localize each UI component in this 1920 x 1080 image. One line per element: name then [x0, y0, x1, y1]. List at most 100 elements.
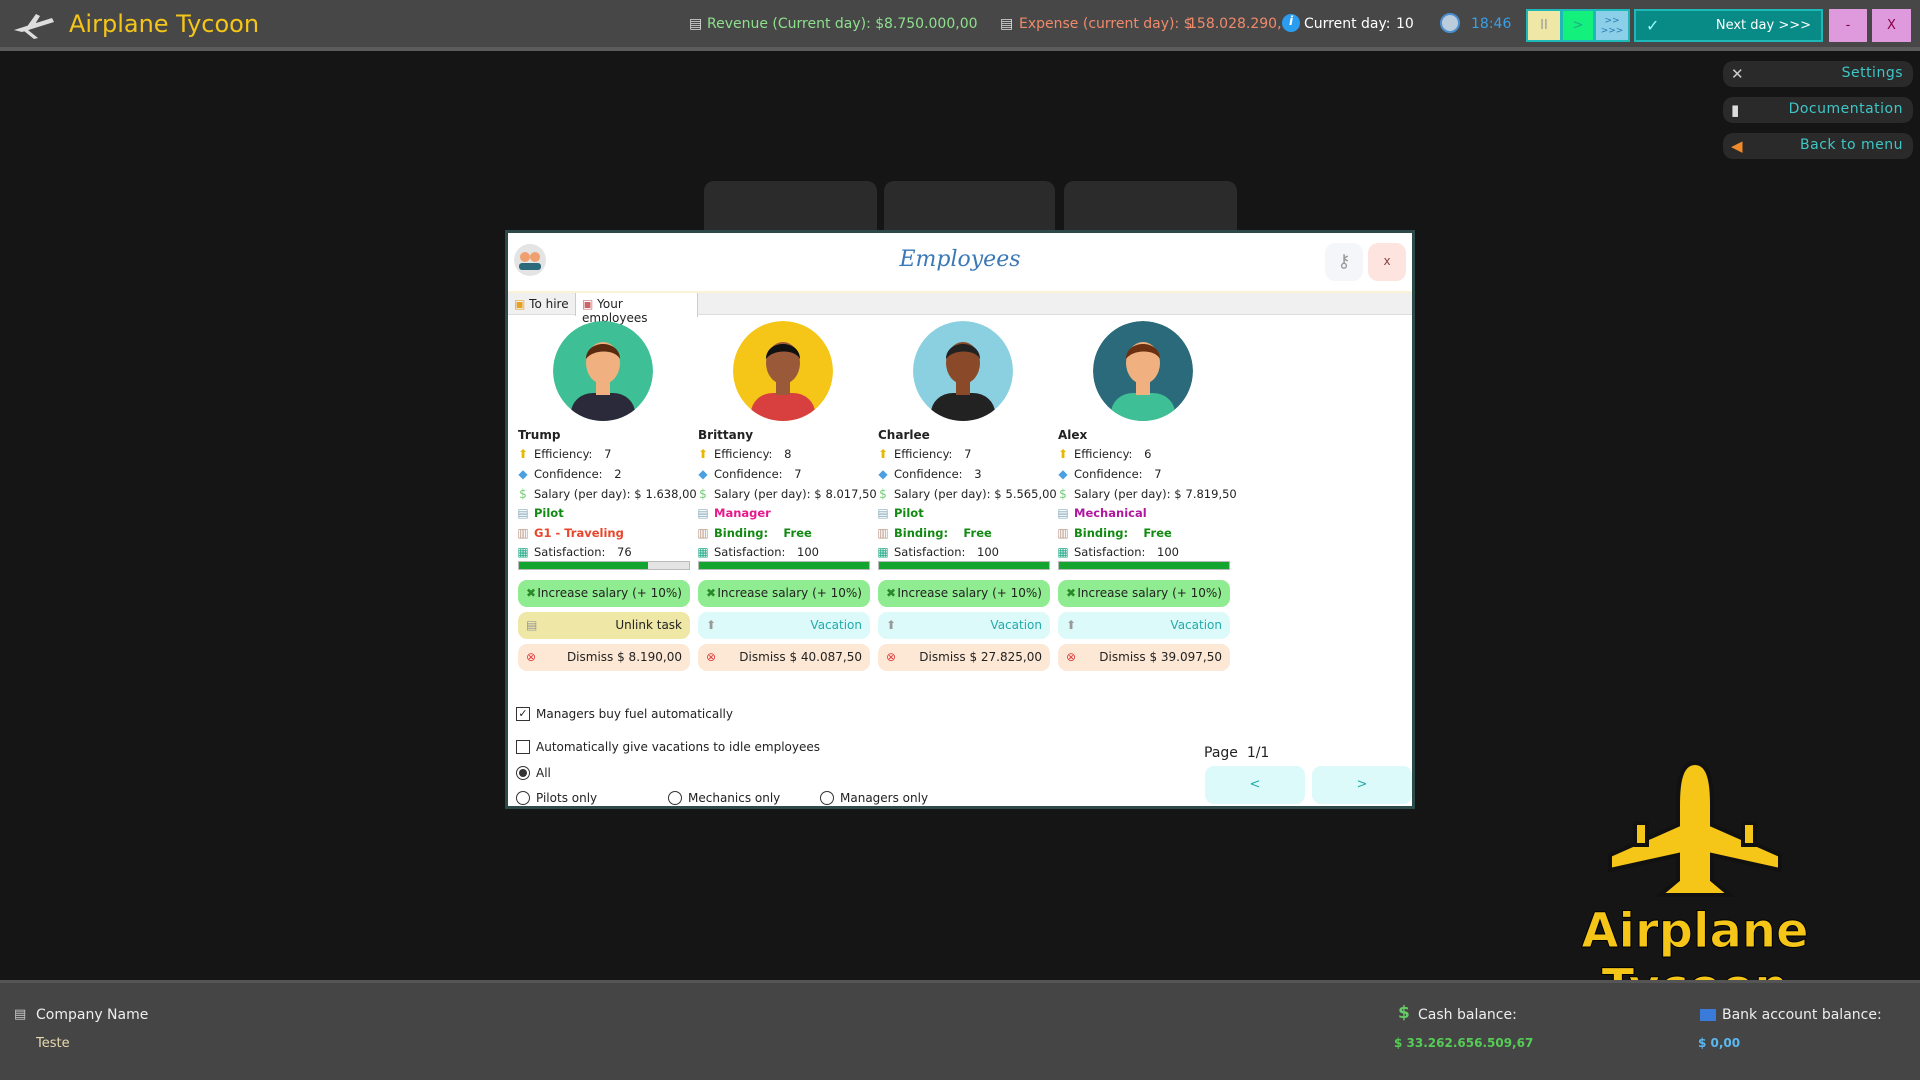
button-label: Unlink task: [615, 618, 682, 632]
satisfaction-icon: ▦: [517, 545, 529, 559]
managers-fuel-checkbox[interactable]: ✓ Managers buy fuel automatically: [516, 707, 733, 721]
satisfaction-icon: ▦: [697, 545, 709, 559]
airplane-logo-icon: [1608, 760, 1782, 897]
bank-label: Bank account balance:: [1722, 1007, 1882, 1023]
efficiency-icon: ⬆: [877, 447, 889, 461]
radio-dot: [519, 769, 527, 777]
fast-forward-button[interactable]: >> >>>: [1594, 9, 1630, 42]
next-day-button[interactable]: ✓ Next day >>>: [1634, 9, 1823, 42]
button-label: Dismiss $ 40.087,50: [739, 650, 862, 664]
task-status: G1 - Traveling: [534, 526, 624, 540]
arrow-up-icon: ⬆: [1066, 618, 1077, 632]
tab-to-hire[interactable]: ▣ To hire: [508, 293, 576, 316]
pause-button[interactable]: II: [1526, 9, 1562, 42]
checkbox[interactable]: [516, 740, 530, 754]
keys-button[interactable]: ⚷: [1325, 243, 1363, 281]
salary-label: Salary (per day): $: [534, 487, 642, 501]
dismiss-button[interactable]: ⊗ Dismiss $ 40.087,50: [698, 644, 870, 671]
next-page-button[interactable]: >: [1312, 766, 1412, 804]
confidence-icon: ◆: [878, 467, 888, 481]
documentation-label: Documentation: [1788, 101, 1903, 117]
filter-pilots-radio[interactable]: Pilots only: [516, 791, 597, 805]
button-label: Dismiss $ 39.097,50: [1099, 650, 1222, 664]
vacation-button[interactable]: ⬆ Vacation: [878, 612, 1050, 639]
satisfaction-icon: ▦: [1057, 545, 1069, 559]
increase-salary-button[interactable]: ✖ Increase salary (+ 10%): [518, 580, 690, 607]
satisfaction-value: 100: [1157, 545, 1179, 559]
dismiss-button[interactable]: ⊗ Dismiss $ 39.097,50: [1058, 644, 1230, 671]
button-label: Increase salary (+ 10%): [897, 586, 1042, 600]
expense-icon: ▤: [1000, 16, 1014, 32]
role-icon: ▤: [697, 506, 709, 520]
employee-name: Trump: [518, 428, 561, 442]
vacation-button[interactable]: ⬆ Vacation: [698, 612, 870, 639]
dollar-icon: $: [1398, 1003, 1410, 1023]
confidence-icon: ◆: [698, 467, 708, 481]
filter-managers-radio[interactable]: Managers only: [820, 791, 928, 805]
revenue-label: Revenue (Current day): $: [707, 16, 885, 32]
dismiss-button[interactable]: ⊗ Dismiss $ 27.825,00: [878, 644, 1050, 671]
binding-value: Free: [1143, 526, 1172, 540]
salary-label: Salary (per day): $: [894, 487, 1002, 501]
radio[interactable]: [668, 791, 682, 805]
revenue-icon: ▤: [689, 16, 703, 32]
satisfaction-label: Satisfaction:: [894, 545, 966, 559]
background-panel-tab: [1064, 181, 1237, 231]
clipboard-icon: ▣: [582, 297, 594, 311]
close-dialog-button[interactable]: x: [1368, 243, 1406, 281]
employee-avatar: [913, 321, 1013, 421]
satisfaction-bar-fill: [1059, 562, 1229, 569]
radio-label: Mechanics only: [688, 791, 781, 805]
dismiss-button[interactable]: ⊗ Dismiss $ 8.190,00: [518, 644, 690, 671]
cancel-icon: ⊗: [706, 650, 717, 664]
expense-label: Expense (current day): $: [1019, 16, 1193, 32]
minimize-button[interactable]: -: [1829, 9, 1867, 42]
back-to-menu-button[interactable]: ◀ Back to menu: [1723, 133, 1913, 159]
radio[interactable]: [516, 791, 530, 805]
satisfaction-bar: [698, 561, 870, 570]
settings-button[interactable]: ✕ Settings: [1723, 61, 1913, 87]
close-app-button[interactable]: X: [1872, 9, 1911, 42]
app-title: Airplane Tycoon: [69, 10, 260, 38]
page-label: Page: [1204, 745, 1238, 761]
confidence-label: Confidence:: [534, 467, 603, 481]
checkbox[interactable]: ✓: [516, 707, 530, 721]
employee-name: Alex: [1058, 428, 1088, 442]
play-button[interactable]: >: [1561, 9, 1595, 42]
radio[interactable]: [820, 791, 834, 805]
satisfaction-bar-fill: [699, 562, 869, 569]
tab-your-employees[interactable]: ▣ Your employees: [576, 293, 698, 325]
page-indicator: Page 1/1: [1204, 745, 1269, 761]
money-icon: ✖: [886, 586, 897, 600]
button-label: Dismiss $ 27.825,00: [919, 650, 1042, 664]
time: 18:46: [1471, 16, 1512, 32]
efficiency-icon: ⬆: [697, 447, 709, 461]
radio[interactable]: [516, 766, 530, 780]
button-label: Vacation: [810, 618, 862, 632]
binding-value: Free: [963, 526, 992, 540]
airplane-tycoon-logo: Airplane Tycoon: [1490, 755, 1900, 1016]
filter-all-radio[interactable]: All: [516, 766, 551, 780]
binding-label: Binding:: [1074, 526, 1129, 540]
filter-mechanics-radio[interactable]: Mechanics only: [668, 791, 780, 805]
satisfaction-label: Satisfaction:: [1074, 545, 1146, 559]
prev-page-button[interactable]: <: [1205, 766, 1305, 804]
salary-value: 1.638,00: [645, 487, 697, 501]
documentation-button[interactable]: ▮ Documentation: [1723, 97, 1913, 123]
money-icon: ✖: [706, 586, 717, 600]
auto-vacation-checkbox[interactable]: Automatically give vacations to idle emp…: [516, 740, 820, 754]
confidence-icon: ◆: [518, 467, 528, 481]
role: Manager: [714, 506, 771, 520]
cash-value: $ 33.262.656.509,67: [1394, 1036, 1534, 1050]
increase-salary-button[interactable]: ✖ Increase salary (+ 10%): [1058, 580, 1230, 607]
efficiency-value: 6: [1144, 447, 1152, 461]
background-panel-tab: [704, 181, 877, 231]
unlink-task-button[interactable]: ▤ Unlink task: [518, 612, 690, 639]
wrench-icon: ✕: [1731, 65, 1745, 83]
arrow-up-icon: ⬆: [886, 618, 897, 632]
increase-salary-button[interactable]: ✖ Increase salary (+ 10%): [698, 580, 870, 607]
vacation-button[interactable]: ⬆ Vacation: [1058, 612, 1230, 639]
confidence-value: 3: [974, 467, 982, 481]
confidence-label: Confidence:: [714, 467, 783, 481]
increase-salary-button[interactable]: ✖ Increase salary (+ 10%): [878, 580, 1050, 607]
